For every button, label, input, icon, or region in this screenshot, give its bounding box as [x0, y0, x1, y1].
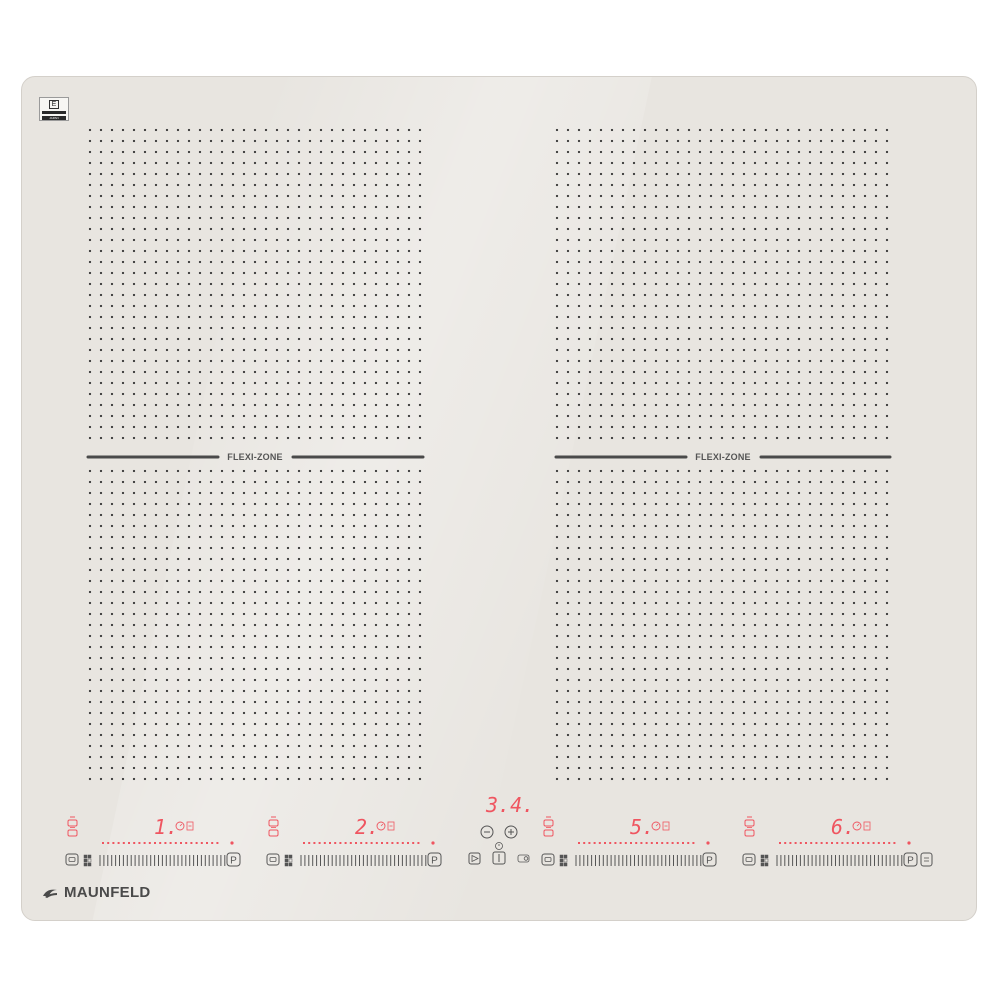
flexi-zone-label: FLEXI-ZONE — [695, 452, 751, 462]
play-pause-icon[interactable] — [468, 852, 481, 865]
boost-label: P — [431, 856, 438, 867]
hob-graphics: FLEXI-ZONE FLEXI-ZONE 1. P 2. P 5. P 6. P 3.… — [65, 128, 933, 867]
boost-button[interactable]: P — [702, 852, 717, 867]
zone-lock-icon[interactable] — [920, 852, 933, 867]
zone-control-6: 6. P — [742, 815, 933, 867]
maunfeld-logo-icon — [43, 889, 57, 898]
center-controls: 3.4. — [468, 793, 534, 865]
power-slider[interactable] — [300, 855, 427, 866]
child-lock-icon[interactable] — [517, 854, 530, 863]
power-level-indicator — [303, 841, 435, 845]
center-display: 3.4. — [485, 793, 534, 817]
minus-icon[interactable] — [480, 825, 494, 839]
pot-warm-icon[interactable] — [67, 827, 78, 837]
power-slider[interactable] — [99, 855, 226, 866]
level-indicator-icon — [387, 821, 395, 831]
boost-button[interactable]: P — [903, 852, 918, 867]
pot-heat-icon[interactable] — [67, 816, 78, 827]
level-indicator-icon — [863, 821, 871, 831]
alarm-clock-icon[interactable] — [495, 842, 503, 850]
zone-control-1: 1. P — [65, 815, 241, 867]
pot-heat-icon[interactable] — [268, 816, 279, 827]
power-icon[interactable] — [492, 851, 506, 865]
boost-button[interactable]: P — [226, 852, 241, 867]
power-level-indicator — [578, 841, 710, 845]
brand-name: MAUNFELD — [64, 884, 151, 901]
level-indicator-icon — [662, 821, 670, 831]
flexi-grid-icon[interactable] — [284, 854, 293, 867]
zone-display: 5. — [630, 815, 654, 839]
flexi-zone-label: FLEXI-ZONE — [227, 452, 283, 462]
zone-display: 2. — [355, 815, 379, 839]
boost-label: P — [706, 856, 713, 867]
level-indicator-icon — [186, 821, 194, 831]
zone-display: 6. — [831, 815, 855, 839]
power-slider[interactable] — [776, 855, 903, 866]
boost-label: P — [230, 856, 237, 867]
pause-icon[interactable] — [742, 853, 756, 866]
pot-heat-icon[interactable] — [543, 816, 554, 827]
boost-label: P — [907, 856, 914, 867]
flexi-grid-icon[interactable] — [83, 854, 92, 867]
zone-display: 1. — [154, 815, 178, 839]
flexi-zone-divider-left: FLEXI-ZONE — [86, 452, 425, 462]
plus-icon[interactable] — [504, 825, 518, 839]
pause-icon[interactable] — [541, 853, 555, 866]
flexi-grid-icon[interactable] — [760, 854, 769, 867]
pot-warm-icon[interactable] — [268, 827, 279, 837]
power-level-indicator — [779, 841, 911, 845]
pot-warm-icon[interactable] — [543, 827, 554, 837]
boost-button[interactable]: P — [427, 852, 442, 867]
flexi-grid-icon[interactable] — [559, 854, 568, 867]
pot-heat-icon[interactable] — [744, 816, 755, 827]
power-slider[interactable] — [575, 855, 702, 866]
flexi-zone-divider-right: FLEXI-ZONE — [554, 452, 892, 462]
zone-control-5: 5. P — [541, 815, 717, 867]
pot-warm-icon[interactable] — [744, 827, 755, 837]
pause-icon[interactable] — [65, 853, 79, 866]
power-level-indicator — [102, 841, 234, 845]
zone-control-2: 2. P — [266, 815, 442, 867]
brand-logo: MAUNFELD — [42, 884, 151, 901]
pause-icon[interactable] — [266, 853, 280, 866]
